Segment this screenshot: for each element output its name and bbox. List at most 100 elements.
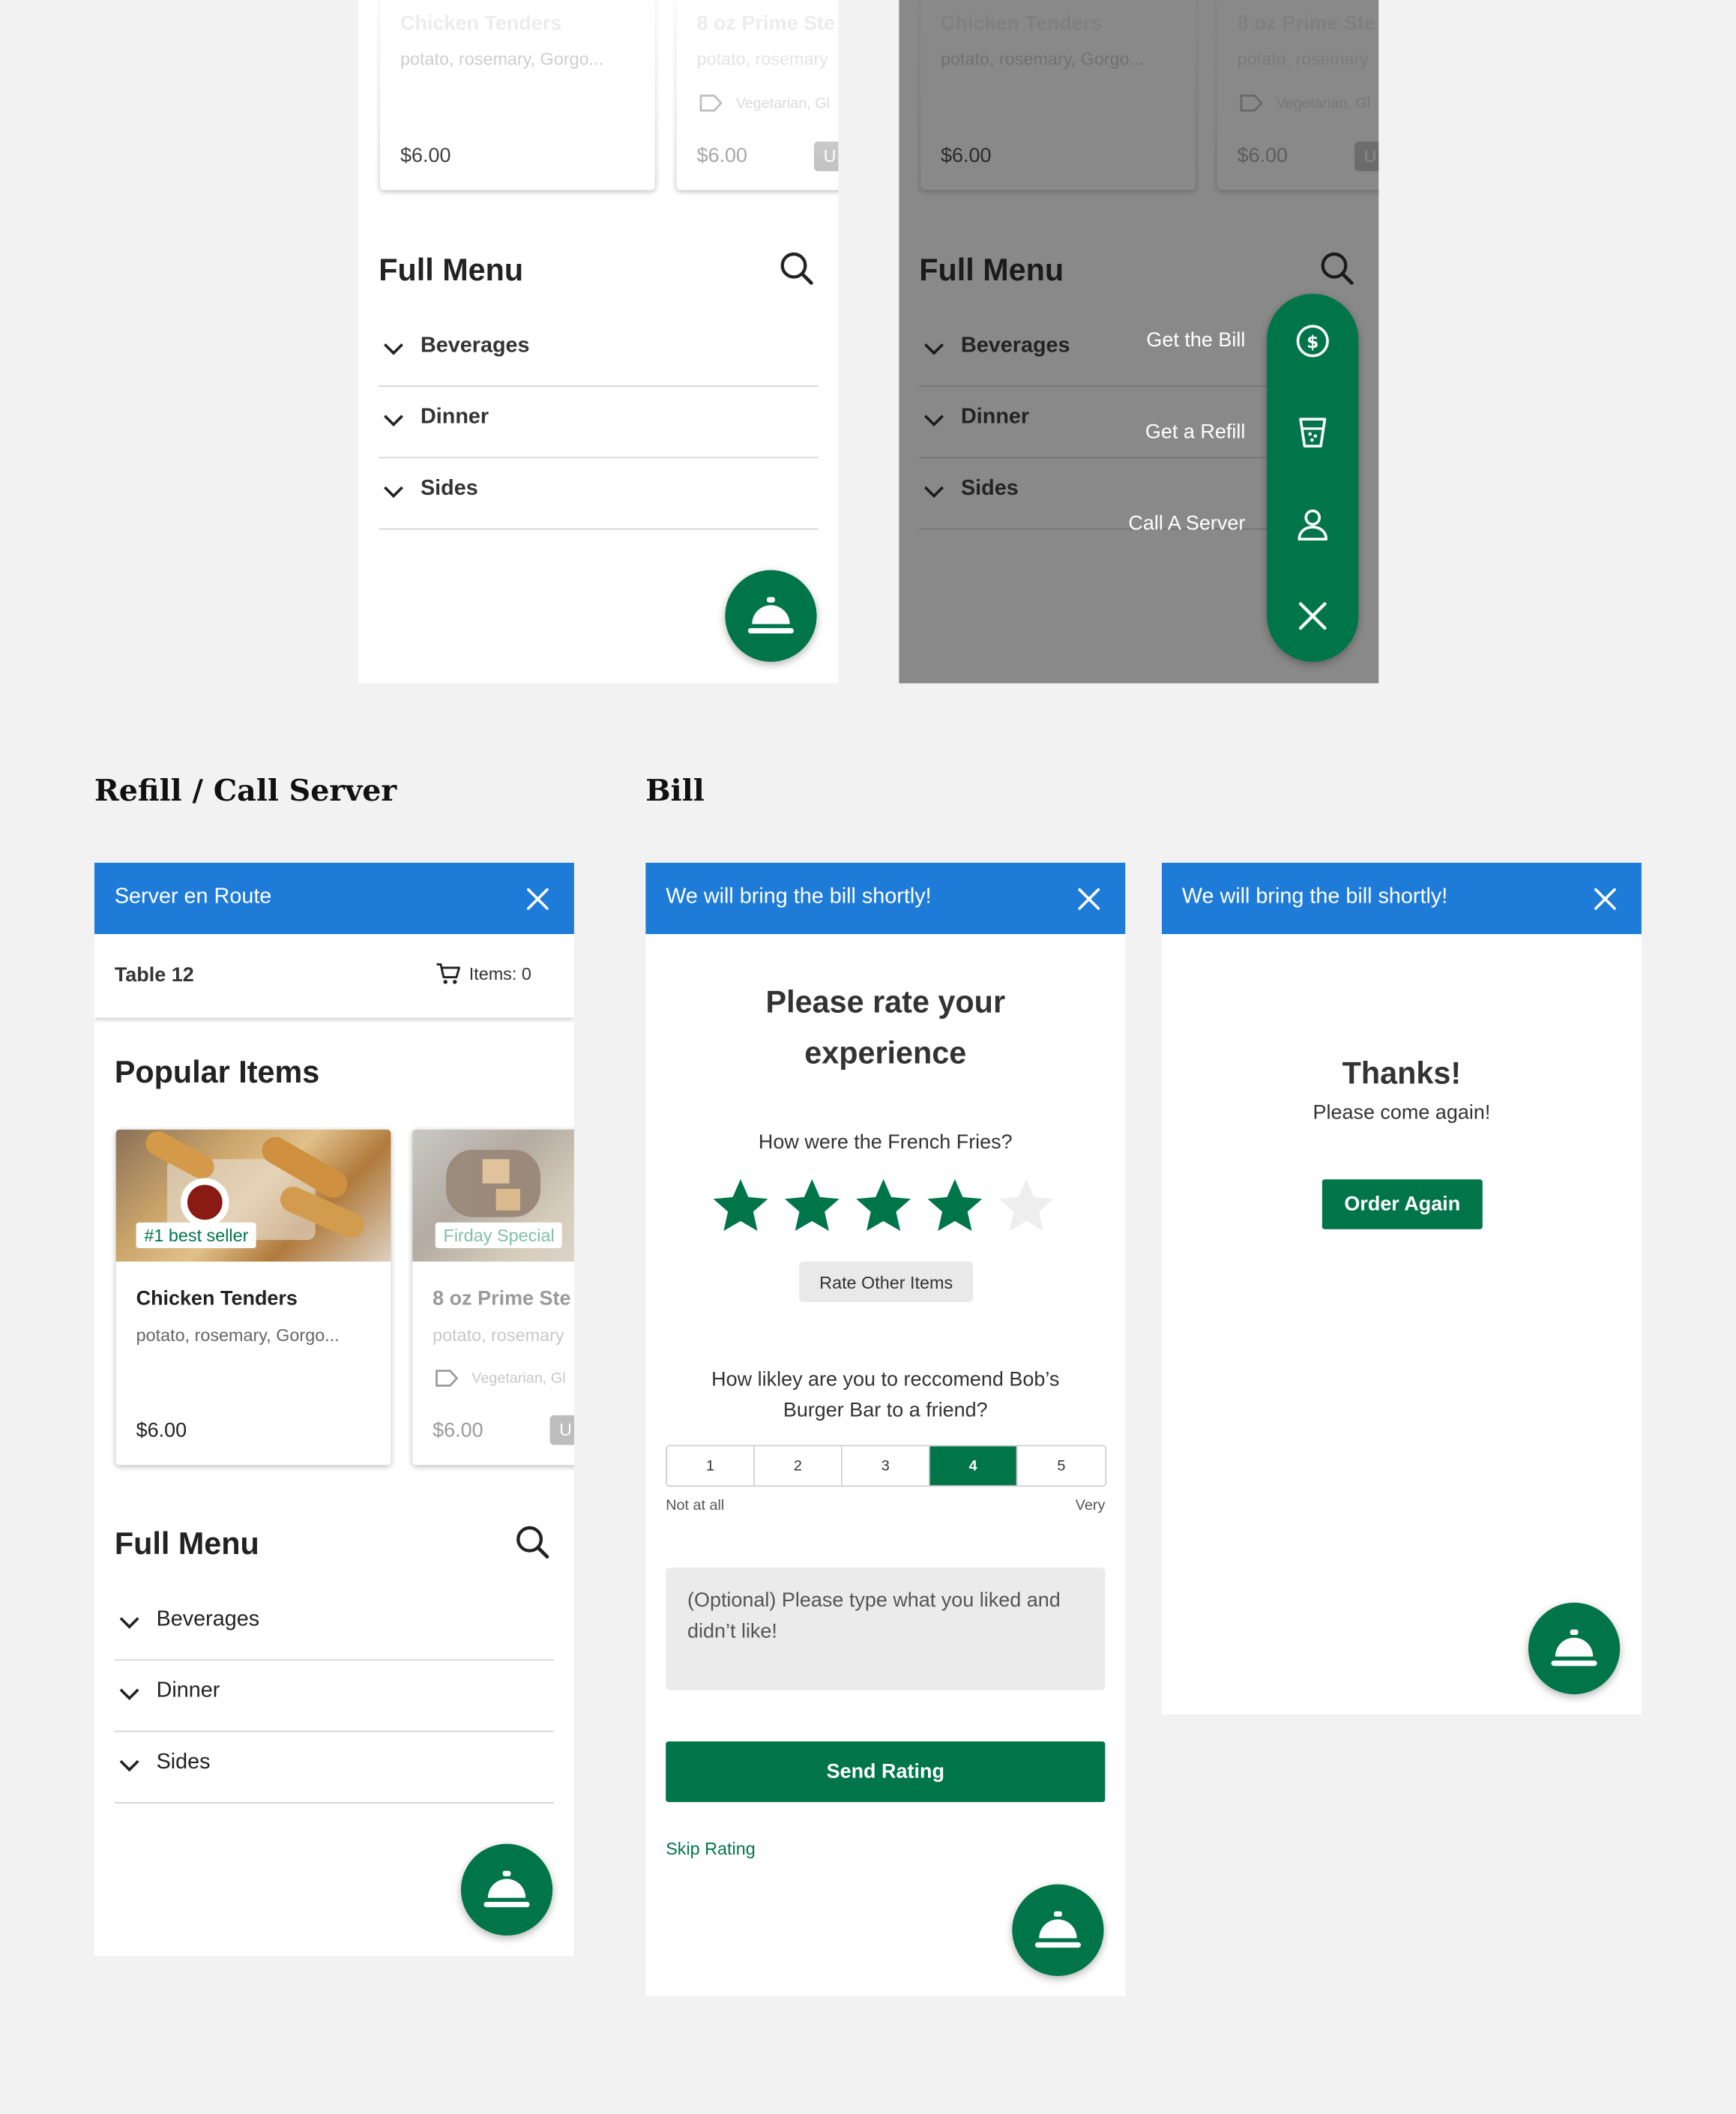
menu-category-beverages[interactable]: Beverages: [114, 1589, 554, 1661]
service-bell-icon: [1551, 1629, 1597, 1666]
fab-expanded-menu: $: [1267, 293, 1359, 662]
star-icon[interactable]: [711, 1175, 771, 1236]
fab-label-refill[interactable]: Get a Refill: [1145, 421, 1245, 444]
star-icon[interactable]: [853, 1175, 914, 1236]
service-fab[interactable]: [725, 570, 817, 662]
category-label: Beverages: [420, 334, 530, 358]
person-icon[interactable]: [1295, 507, 1330, 542]
order-again-button[interactable]: Order Again: [1321, 1179, 1483, 1229]
close-icon[interactable]: [1593, 887, 1617, 911]
feedback-textarea[interactable]: (Optional) Please type what you liked an…: [666, 1568, 1106, 1690]
notification-banner: We will bring the bill shortly!: [645, 862, 1126, 935]
category-label: Beverages: [156, 1608, 260, 1631]
svg-text:$: $: [1306, 331, 1318, 352]
card-tags-text: Vegetarian, Gl: [735, 94, 831, 112]
rating-screen: We will bring the bill shortly! Please r…: [645, 862, 1126, 1996]
service-bell-icon: [483, 1870, 530, 1908]
card-name: Chicken Tenders: [400, 12, 562, 35]
card-description: potato, rosemary: [696, 48, 828, 69]
card-name: 8 oz Prime Ste: [696, 12, 835, 35]
service-fab[interactable]: [460, 1843, 553, 1936]
fab-label-bill[interactable]: Get the Bill: [1146, 329, 1245, 352]
popular-card-chicken-tenders[interactable]: Chicken Tenders potato, rosemary, Gorgo.…: [380, 0, 655, 190]
card-description: potato, rosemary: [433, 1325, 564, 1346]
cart-count: Items: 0: [468, 963, 531, 984]
menu-category-sides[interactable]: Sides: [114, 1732, 554, 1804]
notification-banner: Server en Route: [94, 862, 574, 935]
chevron-down-icon: [119, 1759, 139, 1772]
section-title-bill: Bill: [645, 774, 705, 809]
notification-banner: We will bring the bill shortly!: [1161, 862, 1642, 935]
dollar-circle-icon[interactable]: $: [1295, 324, 1330, 359]
special-badge: Firday Special: [435, 1222, 563, 1248]
card-name: Chicken Tenders: [136, 1287, 298, 1310]
service-fab[interactable]: [1528, 1602, 1621, 1695]
popular-card-prime-steak[interactable]: Firday Special 8 oz Prime Ste potato, ro…: [412, 1129, 574, 1466]
cart-summary[interactable]: Items: 0: [435, 963, 531, 986]
card-description: potato, rosemary, Gorgo...: [400, 48, 604, 69]
search-icon[interactable]: [515, 1525, 550, 1560]
star-rating[interactable]: [711, 1175, 1057, 1236]
card-description: potato, rosemary, Gorgo...: [136, 1325, 340, 1346]
nps-option-2[interactable]: 2: [754, 1446, 843, 1486]
cart-icon: [436, 963, 461, 984]
thanks-screen: We will bring the bill shortly! Thanks! …: [1161, 862, 1642, 1715]
nps-low-label: Not at all: [666, 1497, 725, 1514]
category-label: Sides: [156, 1750, 211, 1774]
send-rating-button[interactable]: Send Rating: [666, 1741, 1106, 1802]
menu-category-sides[interactable]: Sides: [379, 458, 819, 530]
best-seller-badge: #1 best seller: [136, 1222, 257, 1248]
nps-option-5[interactable]: 5: [1017, 1446, 1106, 1486]
skip-rating-link[interactable]: Skip Rating: [666, 1838, 756, 1858]
banner-text: Server en Route: [114, 885, 272, 909]
server-en-route-screen: Server en Route Table 12 Items: 0 Popula…: [94, 862, 574, 1956]
thanks-title: Thanks!: [1342, 1055, 1462, 1091]
full-menu-title: Full Menu: [114, 1526, 259, 1562]
chevron-down-icon: [119, 1688, 139, 1701]
card-tags: Vegetarian, Gl: [435, 1370, 566, 1387]
menu-category-beverages[interactable]: Beverages: [379, 316, 819, 388]
nps-option-4[interactable]: 4: [929, 1446, 1018, 1486]
card-add-button[interactable]: U: [813, 141, 839, 172]
service-bell-icon: [747, 597, 795, 634]
chevron-down-icon: [119, 1617, 139, 1629]
chevron-down-icon: [384, 486, 403, 499]
star-icon[interactable]: [924, 1175, 985, 1236]
card-add-button[interactable]: U: [549, 1415, 574, 1445]
fab-menu-screen: Chicken Tenders potato, rosemary, Gorgo.…: [899, 0, 1379, 684]
close-icon[interactable]: [1077, 887, 1101, 911]
rate-other-items-button[interactable]: Rate Other Items: [799, 1261, 974, 1302]
search-icon[interactable]: [779, 250, 814, 286]
section-title-refill: Refill / Call Server: [94, 774, 397, 809]
banner-text: We will bring the bill shortly!: [1181, 885, 1448, 909]
star-icon[interactable]: [782, 1175, 843, 1236]
tag-icon: [435, 1370, 459, 1387]
popular-items-title: Popular Items: [114, 1054, 320, 1089]
service-fab[interactable]: [1012, 1884, 1104, 1976]
star-icon[interactable]: [996, 1175, 1057, 1236]
table-label: Table 12: [114, 963, 194, 987]
card-tags-text: Vegetarian, Gl: [471, 1370, 566, 1387]
nps-option-3[interactable]: 3: [842, 1446, 930, 1486]
popular-card-prime-steak[interactable]: 8 oz Prime Ste potato, rosemary Vegetari…: [676, 0, 839, 190]
card-price: $6.00: [696, 144, 748, 167]
nps-option-1[interactable]: 1: [667, 1446, 755, 1486]
full-menu-screen: Chicken Tenders potato, rosemary, Gorgo.…: [358, 0, 839, 684]
card-name: 8 oz Prime Ste: [433, 1287, 571, 1310]
menu-category-dinner[interactable]: Dinner: [114, 1660, 554, 1732]
thanks-subtitle: Please come again!: [1312, 1100, 1491, 1124]
tag-icon: [699, 94, 723, 112]
nps-question: How likley are you to reccomend Bob’s Bu…: [711, 1367, 1060, 1422]
category-label: Dinner: [420, 406, 489, 429]
close-icon[interactable]: [1298, 601, 1327, 631]
popular-card-chicken-tenders[interactable]: #1 best seller Chicken Tenders potato, r…: [115, 1129, 391, 1466]
fab-label-server[interactable]: Call A Server: [1128, 512, 1245, 535]
service-bell-icon: [1034, 1911, 1081, 1948]
close-icon[interactable]: [525, 887, 549, 911]
card-price: $6.00: [400, 144, 451, 167]
drink-cup-icon[interactable]: [1295, 415, 1330, 451]
nps-scale[interactable]: 12345: [666, 1445, 1107, 1487]
nps-high-label: Very: [1075, 1497, 1106, 1514]
chevron-down-icon: [384, 415, 403, 427]
menu-category-dinner[interactable]: Dinner: [379, 387, 819, 459]
